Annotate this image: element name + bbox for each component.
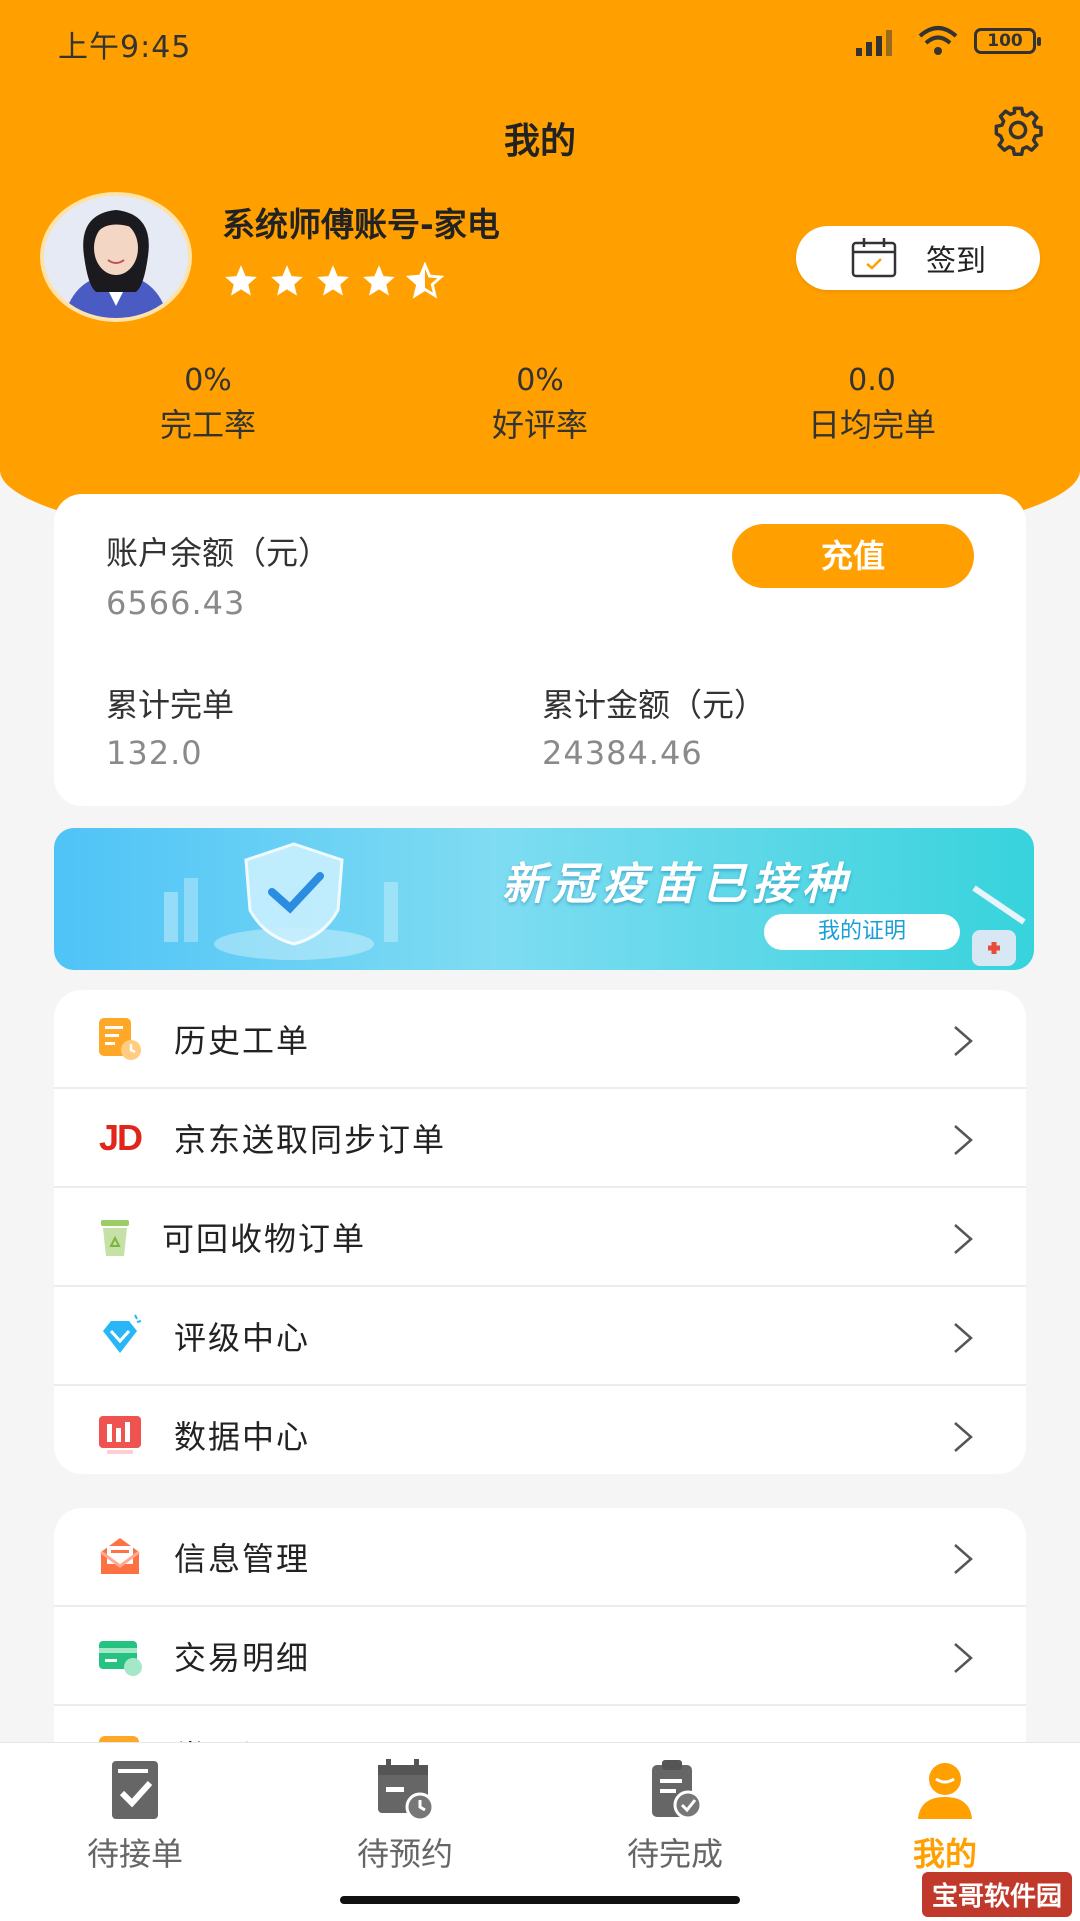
- half-star-icon: [406, 262, 444, 299]
- menu-label: 历史工单: [174, 1021, 311, 1060]
- gear-icon[interactable]: [992, 104, 1044, 156]
- bottom-tab-bar: 待接单 待预约 待完成 我的: [0, 1742, 1080, 1921]
- menu-label: 交易明细: [174, 1638, 311, 1677]
- banner-title: 新冠疫苗已接种: [502, 859, 852, 910]
- menu-label: 评级中心: [174, 1318, 311, 1357]
- star-icon: [271, 265, 303, 296]
- balance-card: 账户余额（元） 6566.43 充值 累计完单 132.0 累计金额（元） 24…: [54, 494, 1026, 806]
- menu-group-info: 信息管理 交易明细 ? 常见问题: [54, 1508, 1026, 1744]
- page-title: 我的: [503, 121, 576, 162]
- wifi-icon: [918, 26, 958, 55]
- tab-pending-accept[interactable]: 待接单: [40, 1757, 230, 1875]
- star-icon: [317, 265, 349, 296]
- pending-complete-icon: [652, 1760, 703, 1820]
- checkin-button[interactable]: 签到: [796, 226, 1040, 290]
- home-indicator: [340, 1896, 740, 1904]
- vaccine-banner[interactable]: 新冠疫苗已接种 我的证明: [54, 828, 1034, 970]
- stat-completion-rate[interactable]: 0% 完工率: [78, 360, 338, 448]
- stat-label: 日均完单: [807, 406, 936, 444]
- tab-profile[interactable]: 我的: [850, 1757, 1040, 1875]
- stat-daily-orders[interactable]: 0.0 日均完单: [742, 360, 1002, 448]
- mail-icon: [96, 1533, 144, 1581]
- menu-item-transactions[interactable]: 交易明细: [54, 1607, 1026, 1706]
- chevron-right-icon: [954, 1224, 973, 1254]
- menu-label: 可回收物订单: [162, 1219, 367, 1258]
- checkin-label: 签到: [926, 244, 986, 279]
- star-icon: [225, 265, 257, 296]
- watermark: 宝哥软件园: [921, 1872, 1072, 1917]
- tab-pending-complete[interactable]: 待完成: [580, 1757, 770, 1875]
- total-orders-value: 132.0: [106, 734, 203, 772]
- menu-item-data-center[interactable]: 数据中心: [54, 1386, 1026, 1474]
- data-chart-icon: [96, 1411, 144, 1459]
- total-orders-label: 累计完单: [106, 686, 235, 724]
- pending-accept-icon: [112, 1761, 158, 1819]
- tab-label: 待完成: [626, 1835, 723, 1873]
- profile-icon: [918, 1763, 972, 1819]
- menu-label: 京东送取同步订单: [174, 1120, 447, 1159]
- signal-icon: [856, 30, 892, 56]
- stat-value: 0%: [516, 363, 564, 398]
- history-order-icon: [96, 1015, 144, 1063]
- total-amount-label: 累计金额（元）: [542, 686, 767, 724]
- menu-item-faq[interactable]: ? 常见问题: [54, 1706, 1026, 1744]
- avatar[interactable]: [40, 192, 192, 322]
- calendar-check-icon: [851, 238, 897, 278]
- menu-group-orders: 历史工单 JD 京东送取同步订单 可回收物订单 评级中心 数据中心: [54, 990, 1026, 1474]
- balance-label: 账户余额（元）: [106, 534, 331, 572]
- menu-item-rating-center[interactable]: 评级中心: [54, 1287, 1026, 1386]
- total-amount-value: 24384.46: [542, 734, 703, 772]
- tab-pending-schedule[interactable]: 待预约: [310, 1757, 500, 1875]
- stat-label: 好评率: [491, 406, 588, 444]
- chevron-right-icon: [954, 1026, 973, 1056]
- account-name: 系统师傅账号-家电: [222, 205, 500, 244]
- menu-item-jd-sync-orders[interactable]: JD 京东送取同步订单: [54, 1089, 1026, 1188]
- stat-good-review-rate[interactable]: 0% 好评率: [410, 360, 670, 448]
- chevron-right-icon: [954, 1125, 973, 1155]
- chevron-right-icon: [954, 1422, 973, 1452]
- chevron-right-icon: [954, 1643, 973, 1673]
- battery-icon: 100: [974, 28, 1041, 54]
- stat-value: 0%: [184, 363, 232, 398]
- diamond-icon: [96, 1312, 144, 1360]
- tab-label: 待接单: [86, 1835, 183, 1873]
- menu-label: 信息管理: [174, 1539, 311, 1578]
- status-bar: 上午9:45 100: [0, 0, 1080, 80]
- card-icon: [96, 1632, 144, 1680]
- pending-schedule-icon: [378, 1759, 435, 1822]
- jd-icon: JD: [98, 1116, 143, 1158]
- menu-item-info-management[interactable]: 信息管理: [54, 1508, 1026, 1607]
- chevron-right-icon: [954, 1323, 973, 1353]
- chevron-right-icon: [954, 1544, 973, 1574]
- banner-proof-button[interactable]: 我的证明: [764, 914, 960, 950]
- stat-label: 完工率: [159, 406, 256, 444]
- tab-label: 我的: [912, 1835, 977, 1873]
- status-time: 上午9:45: [58, 30, 192, 65]
- star-icon: [363, 265, 395, 296]
- tab-label: 待预约: [356, 1835, 453, 1873]
- recycle-bin-icon: [98, 1213, 132, 1261]
- recharge-button[interactable]: 充值: [732, 524, 974, 588]
- balance-value: 6566.43: [106, 584, 246, 622]
- shield-icon: [164, 842, 398, 960]
- menu-label: 数据中心: [174, 1417, 311, 1456]
- syringe-icon: [972, 885, 1026, 966]
- menu-item-recyclable-orders[interactable]: 可回收物订单: [54, 1188, 1026, 1287]
- stat-value: 0.0: [848, 363, 896, 398]
- menu-item-history-orders[interactable]: 历史工单: [54, 990, 1026, 1089]
- rating-stars: [222, 262, 444, 300]
